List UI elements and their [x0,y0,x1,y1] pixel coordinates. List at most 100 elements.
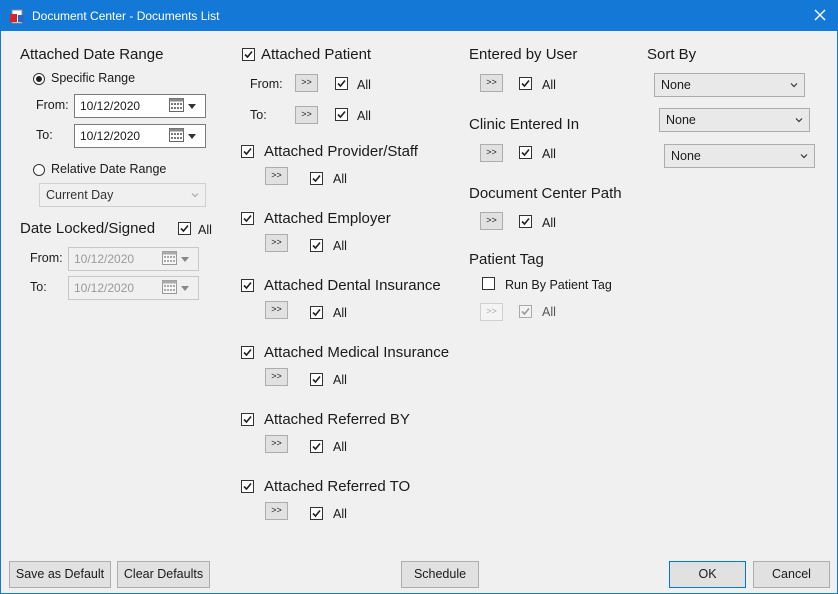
relative-range-select[interactable]: Current Day [39,183,206,207]
run-by-patient-tag-checkbox[interactable] [482,277,495,290]
patient-to-select-button[interactable]: >> [295,106,318,124]
chevron-down-icon[interactable] [188,104,196,109]
attached-employer-all-checkbox[interactable] [310,239,323,252]
attached-referred-by-all-checkbox[interactable] [310,440,323,453]
locked-to-label: To: [30,280,47,294]
from-date-label: From: [36,98,69,112]
chevron-down-icon[interactable] [188,134,196,139]
clinic-entered-in-select-button[interactable]: >> [480,144,503,162]
attached-medical-insurance-select-button[interactable]: >> [265,368,288,386]
schedule-button[interactable]: Schedule [401,561,479,588]
attached-referred-to-checkbox[interactable] [241,480,254,493]
title-bar: Document Center - Documents List [1,1,837,31]
patient-from-all-checkbox[interactable] [335,77,348,90]
relative-range-radio[interactable] [33,164,45,176]
attached-medical-insurance-checkbox[interactable] [241,346,254,359]
chevron-down-icon [181,286,189,291]
attached-dental-insurance-all-checkbox[interactable] [310,306,323,319]
doc-center-path-all-checkbox[interactable] [519,215,532,228]
clear-defaults-button[interactable]: Clear Defaults [117,561,210,588]
specific-range-label: Specific Range [51,71,136,85]
attached-dental-insurance-checkbox[interactable] [241,279,254,292]
patient-tag-all-label: All [542,305,556,319]
attached-referred-by-all-label: All [333,440,347,454]
attached-employer-checkbox[interactable] [241,212,254,225]
chevron-down-icon[interactable] [789,80,799,90]
doc-center-path-all-label: All [542,216,556,230]
attached-patient-checkbox[interactable] [242,48,255,61]
sort-by-select-3[interactable]: None [664,144,815,168]
attached-provider-label: Attached Provider/Staff [264,143,418,160]
attached-medical-insurance-all-checkbox[interactable] [310,373,323,386]
to-date-label: To: [36,128,53,142]
doc-center-path-select-button[interactable]: >> [480,212,503,230]
date-locked-all-label: All [198,223,212,237]
to-date-picker[interactable]: 10/12/2020 [74,124,206,148]
sort-by-select-1[interactable]: None [654,73,805,97]
patient-from-label: From: [250,77,283,91]
entered-by-user-all-checkbox[interactable] [519,77,532,90]
locked-from-value: 10/12/2020 [74,252,135,266]
clinic-entered-in-all-checkbox[interactable] [519,146,532,159]
patient-from-all-label: All [357,78,371,92]
calendar-icon[interactable] [169,128,184,142]
clinic-entered-in-header: Clinic Entered In [469,116,580,133]
from-date-picker[interactable]: 10/12/2020 [74,94,206,118]
attached-referred-by-select-button[interactable]: >> [265,435,288,453]
patient-tag-all-checkbox[interactable] [519,305,532,318]
specific-range-radio[interactable] [33,73,45,85]
sort-by-value-1: None [661,78,691,92]
chevron-down-icon[interactable] [190,190,200,200]
attached-provider-select-button[interactable]: >> [265,167,288,185]
from-date-value: 10/12/2020 [80,99,141,113]
window-title: Document Center - Documents List [32,9,220,23]
patient-tag-select-button[interactable]: >> [480,303,503,321]
attached-referred-by-checkbox[interactable] [241,413,254,426]
calendar-icon [162,280,177,294]
chevron-down-icon[interactable] [794,115,804,125]
attached-provider-checkbox[interactable] [241,145,254,158]
calendar-icon [162,251,177,265]
patient-to-all-checkbox[interactable] [335,108,348,121]
attached-referred-to-all-label: All [333,507,347,521]
date-locked-all-checkbox[interactable] [178,222,191,235]
attached-date-range-header: Attached Date Range [20,46,164,63]
sort-by-value-3: None [671,149,701,163]
patient-to-all-label: All [357,109,371,123]
entered-by-user-all-label: All [542,78,556,92]
ok-button[interactable]: OK [669,561,746,588]
date-locked-header: Date Locked/Signed [20,220,156,237]
app-icon [10,9,24,24]
sort-by-value-2: None [666,113,696,127]
attached-dental-insurance-label: Attached Dental Insurance [264,277,441,294]
locked-to-date-picker[interactable]: 10/12/2020 [68,276,199,300]
close-icon[interactable] [813,8,827,22]
attached-employer-label: Attached Employer [264,210,391,227]
attached-dental-insurance-select-button[interactable]: >> [265,301,288,319]
locked-from-date-picker[interactable]: 10/12/2020 [68,247,199,271]
attached-employer-all-label: All [333,239,347,253]
attached-referred-to-all-checkbox[interactable] [310,507,323,520]
attached-medical-insurance-all-label: All [333,373,347,387]
attached-provider-all-label: All [333,172,347,186]
save-as-default-button[interactable]: Save as Default [9,561,111,588]
chevron-down-icon [181,257,189,262]
patient-from-select-button[interactable]: >> [295,74,318,92]
entered-by-user-select-button[interactable]: >> [480,74,503,92]
attached-patient-label: Attached Patient [261,46,372,63]
chevron-down-icon[interactable] [799,151,809,161]
attached-referred-to-select-button[interactable]: >> [265,502,288,520]
locked-from-label: From: [30,251,63,265]
sort-by-select-2[interactable]: None [659,108,810,132]
relative-range-label: Relative Date Range [51,162,167,176]
attached-referred-by-label: Attached Referred BY [264,411,410,428]
locked-to-value: 10/12/2020 [74,281,135,295]
relative-range-value: Current Day [46,188,114,202]
doc-center-path-header: Document Center Path [469,185,622,202]
attached-provider-all-checkbox[interactable] [310,172,323,185]
attached-medical-insurance-label: Attached Medical Insurance [264,344,450,361]
cancel-button[interactable]: Cancel [753,561,830,588]
calendar-icon[interactable] [169,98,184,112]
attached-employer-select-button[interactable]: >> [265,234,288,252]
attached-dental-insurance-all-label: All [333,306,347,320]
